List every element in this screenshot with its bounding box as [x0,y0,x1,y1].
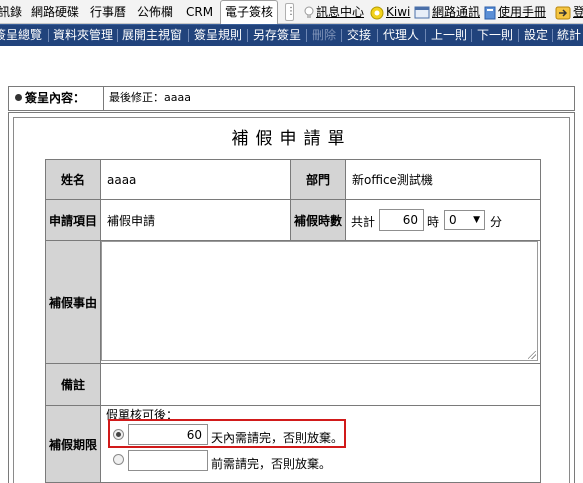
tab-network-drive[interactable]: 網路硬碟 [31,3,79,23]
toolbar-divider [341,29,342,42]
manual-book-icon [484,6,496,19]
period-days-input[interactable]: 60 [128,424,208,445]
apply-item-value: 補假申請 [100,199,291,241]
name-label: 姓名 [45,159,101,200]
toolbar-divider [425,29,426,42]
message-center-link[interactable]: 訊息中心 [304,3,364,23]
department-label: 部門 [290,159,346,200]
bullet-icon [15,94,22,101]
period-days-suffix: 天內需請完，否則放棄。 [211,431,344,445]
delete-button[interactable]: 刪除 [312,25,336,46]
agent-button[interactable]: 代理人 [383,25,419,46]
signin-link[interactable]: 登 [555,3,583,23]
note-value [100,363,541,406]
apply-item-label: 申請項目 [45,199,101,241]
previous-button[interactable]: 上一則 [431,25,467,46]
period-option-date-radio[interactable] [113,454,124,465]
hours-input[interactable]: 60 [379,209,424,231]
folder-management-button[interactable]: 資料夾管理 [53,25,113,46]
top-tab-bar: 訊錄 網路硬碟 行事曆 公佈欄 CRM 電子簽核 ⋮ 訊息中心 Kiwi 網路通… [0,0,583,24]
kiwi-link[interactable]: Kiwi [370,3,410,23]
document-header: 簽呈內容： 最後修正：aaaa [8,86,575,111]
last-modified: 最後修正：aaaa [109,91,191,104]
signin-arrow-icon [555,6,571,19]
period-option-days-radio[interactable] [113,429,124,440]
overview-button[interactable]: 簽呈總覽 [0,25,42,46]
toolbar-divider [306,29,307,42]
period-date-input[interactable] [128,450,208,471]
expand-window-button[interactable]: 展開主視窗 [122,25,182,46]
period-date-suffix: 前需請完，否則放棄。 [211,457,332,471]
resize-grip-icon[interactable] [528,351,536,359]
chat-window-icon [414,6,430,18]
tab-e-signoff[interactable]: 電子簽核 [220,0,279,24]
name-value: aaaa [100,159,291,200]
rules-button[interactable]: 簽呈規則 [194,25,242,46]
hours-label: 補假時數 [290,199,346,241]
signoff-toolbar: 簽呈總覽 資料夾管理 展開主視窗 簽呈規則 另存簽呈 刪除 交接 代理人 上一則… [0,24,583,46]
toolbar-divider [188,29,189,42]
toolbar-divider [247,29,248,42]
toolbar-divider [518,29,519,42]
chevron-down-icon: ▼ [473,215,480,225]
tab-bulletin[interactable]: 公佈欄 [137,3,173,23]
content-label-cell: 簽呈內容： [9,87,104,110]
toolbar-divider [552,29,553,42]
toolbar-divider [48,29,49,42]
hours-prefix: 共計 [351,215,376,229]
more-tabs-button[interactable]: ⋮ [285,3,296,21]
hours-unit: 時 [427,215,440,229]
reason-textarea[interactable] [101,241,538,361]
form-title: 補假申請單 [231,129,352,149]
tab-contacts[interactable]: 訊錄 [0,3,22,23]
minutes-select[interactable]: 0 ▼ [444,210,485,230]
app-window: 訊錄 網路硬碟 行事曆 公佈欄 CRM 電子簽核 ⋮ 訊息中心 Kiwi 網路通… [0,0,583,483]
settings-button[interactable]: 設定 [524,25,548,46]
tab-crm[interactable]: CRM [186,3,213,23]
user-manual-link[interactable]: 使用手冊 [484,3,546,23]
next-button[interactable]: 下一則 [477,25,513,46]
minutes-unit: 分 [490,215,503,229]
toolbar-divider [117,29,118,42]
toolbar-divider [471,29,472,42]
reason-label: 補假事由 [45,240,101,364]
lightbulb-icon [304,6,314,18]
statistics-button[interactable]: 統計 [557,25,581,46]
tab-calendar[interactable]: 行事曆 [90,3,126,23]
toolbar-divider [377,29,378,42]
handover-button[interactable]: 交接 [347,25,371,46]
note-label: 備註 [45,363,101,406]
department-value: 新office測試機 [345,159,541,200]
network-comm-link[interactable]: 網路通訊 [414,3,480,23]
kiwi-icon [370,6,384,19]
period-label: 補假期限 [45,405,101,483]
save-as-button[interactable]: 另存簽呈 [253,25,301,46]
